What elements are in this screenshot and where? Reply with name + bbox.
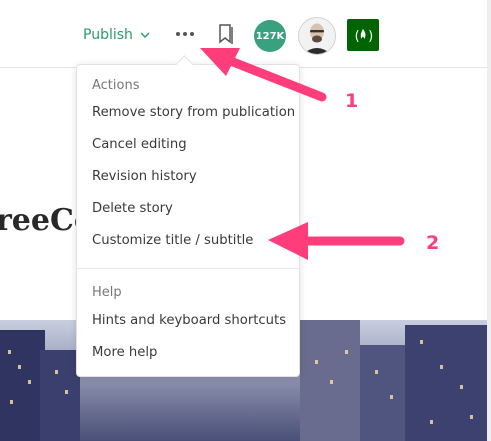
annotation-label-2: 2 — [426, 232, 440, 254]
annotation-arrow-2 — [268, 222, 405, 260]
annotation-arrows — [200, 48, 405, 260]
annotation-label-1: 1 — [345, 90, 359, 112]
annotation-arrow-1 — [200, 48, 327, 102]
